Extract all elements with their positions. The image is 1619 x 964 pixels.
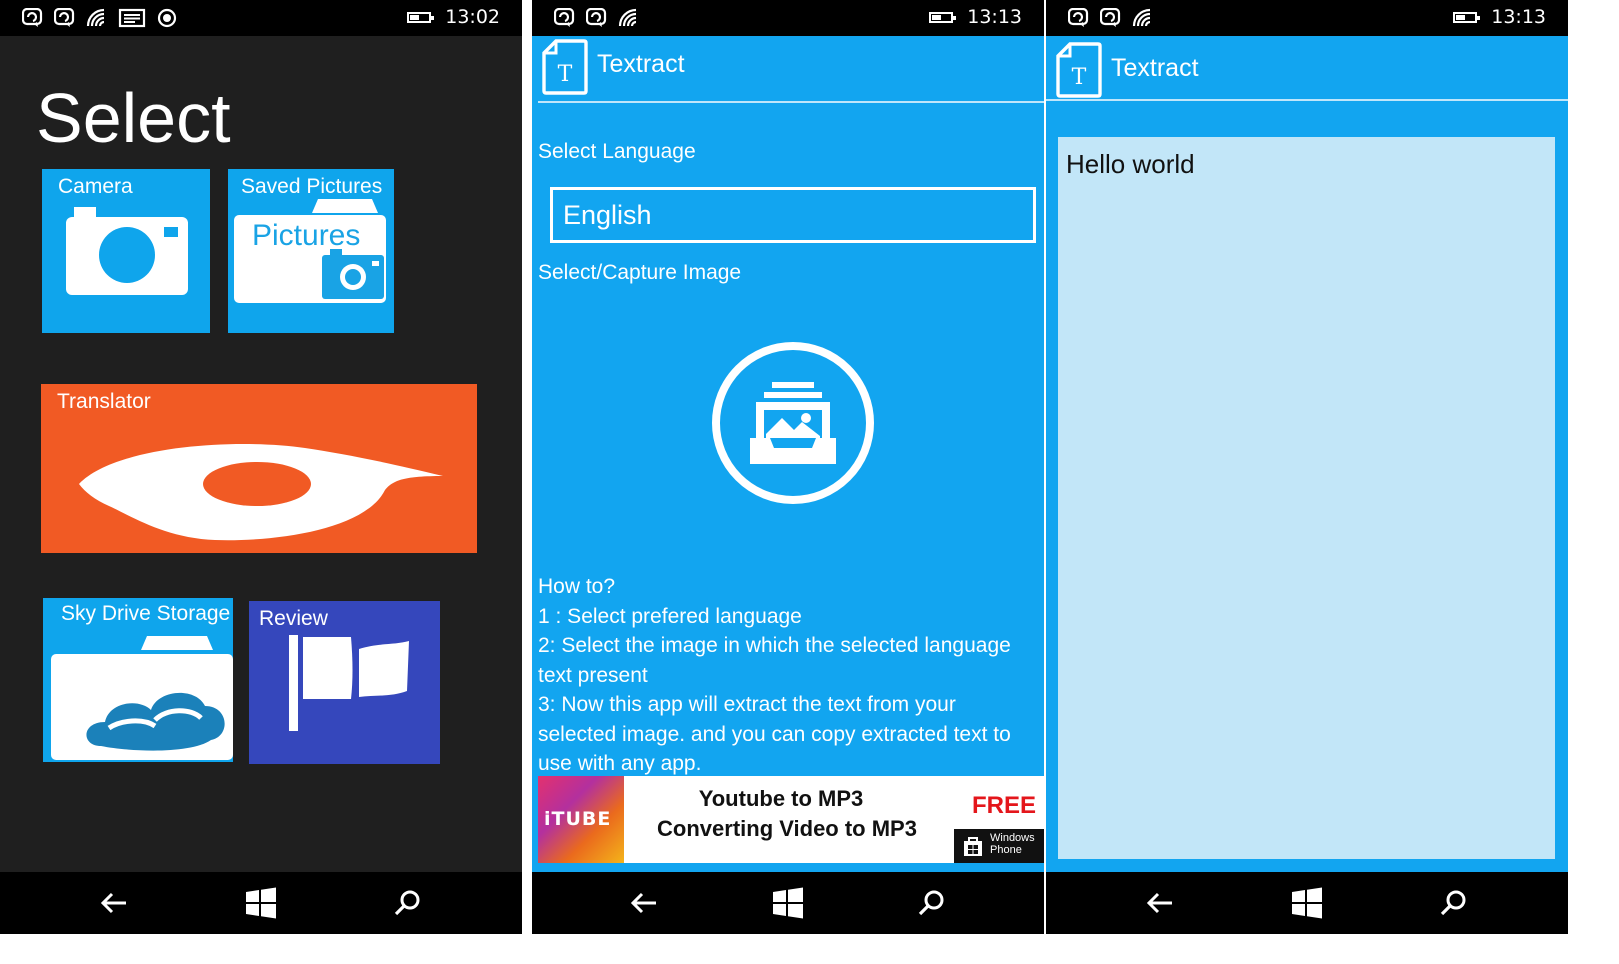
how-to-instructions: How to? 1 : Select prefered language 2: … bbox=[538, 572, 1038, 779]
windows-start-icon bbox=[1291, 887, 1323, 919]
battery-icon bbox=[1453, 11, 1481, 23]
page-title: Select bbox=[36, 79, 231, 157]
review-tile[interactable]: Review bbox=[249, 601, 440, 764]
store-line: Windows bbox=[990, 832, 1035, 844]
how-to-step: 2: Select the image in which the selecte… bbox=[538, 634, 1011, 687]
windows-start-icon bbox=[772, 887, 804, 919]
store-line: Phone bbox=[990, 844, 1022, 856]
windows-start-icon bbox=[245, 887, 277, 919]
ad-free-label: FREE bbox=[972, 792, 1037, 819]
how-to-step: 3: Now this app will extract the text fr… bbox=[538, 693, 1011, 775]
status-time: 13:02 bbox=[445, 6, 500, 28]
search-icon bbox=[393, 888, 423, 918]
tile-label: Sky Drive Storage bbox=[61, 602, 231, 625]
language-select[interactable]: English bbox=[550, 187, 1036, 243]
app-title: Textract bbox=[597, 50, 685, 78]
textract-result-screen: 13:13 Textract Hello world bbox=[1046, 0, 1568, 934]
select-image-label: Select/Capture Image bbox=[538, 261, 742, 284]
select-language-label: Select Language bbox=[538, 140, 696, 163]
status-bar: 13:02 bbox=[0, 0, 522, 36]
notification-icon bbox=[554, 8, 576, 28]
back-icon bbox=[1145, 891, 1175, 915]
back-icon bbox=[99, 891, 129, 915]
ad-subline: Converting Video to MP3 bbox=[657, 816, 917, 841]
status-bar: 13:13 bbox=[532, 0, 1044, 36]
tile-menu-screen: 13:02 Select Camera Saved Pictures Pictu… bbox=[0, 0, 522, 934]
back-button[interactable] bbox=[1140, 883, 1180, 923]
how-to-heading: How to? bbox=[538, 575, 616, 598]
tile-label: Review bbox=[259, 607, 328, 630]
app-header: Textract bbox=[532, 36, 1044, 102]
textract-logo-icon bbox=[1056, 42, 1102, 98]
notification-icon bbox=[586, 8, 608, 28]
skydrive-storage-tile[interactable]: Sky Drive Storage bbox=[43, 598, 233, 762]
skydrive-icon bbox=[51, 636, 233, 760]
flag-icon bbox=[289, 635, 409, 731]
textract-main-screen: 13:13 Textract Select Language English S… bbox=[532, 0, 1044, 934]
search-button[interactable] bbox=[388, 883, 428, 923]
back-button[interactable] bbox=[624, 883, 664, 923]
message-icon bbox=[118, 8, 146, 28]
notification-icon bbox=[22, 8, 44, 28]
search-button[interactable] bbox=[1434, 883, 1474, 923]
translator-icon bbox=[79, 444, 443, 541]
windows-store-icon bbox=[964, 837, 982, 856]
textract-logo-icon bbox=[542, 39, 588, 95]
search-icon bbox=[917, 888, 947, 918]
header-divider bbox=[538, 101, 1044, 103]
notification-icon bbox=[1068, 8, 1090, 28]
status-time: 13:13 bbox=[1491, 6, 1546, 28]
navigation-bar bbox=[532, 872, 1044, 934]
tile-label: Saved Pictures bbox=[241, 175, 383, 198]
tile-label: Camera bbox=[58, 175, 133, 198]
translator-tile[interactable]: Translator bbox=[41, 384, 477, 553]
notification-icon bbox=[1100, 8, 1122, 28]
back-icon bbox=[629, 891, 659, 915]
status-bar: 13:13 bbox=[1046, 0, 1568, 36]
ad-headline: Youtube to MP3 bbox=[698, 786, 864, 811]
app-title: Textract bbox=[1111, 54, 1199, 82]
back-button[interactable] bbox=[94, 883, 134, 923]
wifi-icon bbox=[86, 8, 108, 28]
camera-tile[interactable]: Camera bbox=[42, 169, 210, 333]
navigation-bar bbox=[0, 872, 522, 934]
header-divider bbox=[1046, 99, 1568, 101]
wifi-icon bbox=[1132, 8, 1154, 28]
wifi-icon bbox=[618, 8, 640, 28]
ad-banner[interactable]: iTUBE Youtube to MP3 Converting Video to… bbox=[538, 776, 1044, 863]
navigation-bar bbox=[1046, 872, 1568, 934]
saved-pictures-tile[interactable]: Saved Pictures Pictures bbox=[228, 169, 394, 333]
extracted-text-box[interactable]: Hello world bbox=[1058, 137, 1555, 859]
notification-icon bbox=[54, 8, 76, 28]
app-header: Textract bbox=[1046, 36, 1568, 102]
ad-thumbnail: iTUBE bbox=[538, 776, 624, 863]
start-button[interactable] bbox=[768, 883, 808, 923]
start-button[interactable] bbox=[1287, 883, 1327, 923]
how-to-step: 1 : Select prefered language bbox=[538, 604, 802, 628]
select-image-button[interactable] bbox=[710, 340, 876, 506]
start-button[interactable] bbox=[241, 883, 281, 923]
battery-icon bbox=[407, 11, 435, 23]
search-button[interactable] bbox=[912, 883, 952, 923]
search-icon bbox=[1439, 888, 1469, 918]
location-icon bbox=[156, 8, 178, 28]
ad-brand: iTUBE bbox=[544, 808, 612, 830]
tile-label: Translator bbox=[57, 390, 151, 413]
pictures-text: Pictures bbox=[252, 219, 361, 252]
windows-phone-badge: Windows Phone bbox=[954, 829, 1044, 863]
camera-icon bbox=[66, 207, 188, 295]
extracted-text: Hello world bbox=[1066, 149, 1195, 179]
battery-icon bbox=[929, 11, 957, 23]
gallery-icon bbox=[750, 382, 836, 464]
status-time: 13:13 bbox=[967, 6, 1022, 28]
